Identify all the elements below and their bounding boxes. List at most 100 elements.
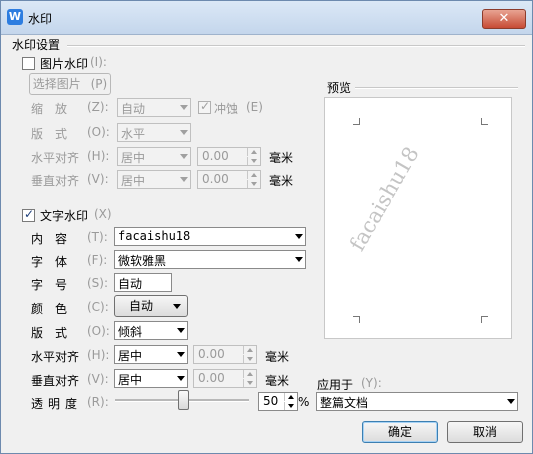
text-watermark-label: 文字水印 — [40, 209, 89, 223]
color-key: (C): — [87, 300, 109, 314]
corner-mark — [481, 118, 488, 125]
size-input[interactable]: 自动 — [114, 273, 172, 292]
chevron-down-icon — [180, 154, 188, 159]
spin-up-icon[interactable] — [247, 171, 260, 179]
washout-checkbox[interactable]: ✓ — [198, 99, 211, 114]
text-valign-label: 垂直对齐 — [31, 374, 80, 388]
image-scale-select[interactable]: 自动 — [117, 98, 191, 117]
corner-mark — [353, 316, 360, 323]
image-scale-label: 缩 放 — [31, 102, 68, 116]
apply-to-label: 应用于 — [317, 378, 354, 392]
window-title: 水印 — [28, 12, 53, 26]
text-watermark-key: (X) — [94, 207, 112, 221]
text-layout-label: 版 式 — [31, 326, 68, 340]
transparency-spinner[interactable]: 50 — [258, 392, 298, 411]
image-watermark-key: (I): — [90, 55, 107, 69]
section-label: 水印设置 — [12, 38, 61, 52]
chevron-down-icon — [295, 257, 303, 262]
text-halign-value: 居中 — [118, 349, 143, 363]
chevron-down-icon — [177, 328, 185, 333]
text-halign-select[interactable]: 居中 — [114, 345, 188, 364]
corner-mark — [481, 316, 488, 323]
image-valign-value: 居中 — [121, 174, 146, 188]
content-value: facaishu18 — [118, 229, 191, 243]
preview-watermark-text: facaishu18 — [345, 142, 424, 255]
spin-up-icon[interactable] — [247, 148, 260, 156]
text-valign-offset[interactable]: 0.00 — [193, 369, 257, 388]
font-select[interactable]: 微软雅黑 — [114, 250, 306, 269]
image-watermark-checkbox[interactable] — [22, 57, 35, 70]
apply-to-key: (Y): — [361, 376, 382, 390]
text-watermark-checkbox[interactable]: ✓ — [22, 207, 35, 222]
image-layout-value: 水平 — [121, 127, 146, 141]
transparency-key: (R): — [87, 395, 109, 409]
size-label: 字 号 — [31, 278, 68, 292]
image-halign-offset[interactable]: 0.00 — [197, 147, 261, 166]
text-halign-unit: 毫米 — [265, 350, 290, 364]
spin-down-icon[interactable] — [243, 379, 256, 387]
content-label: 内 容 — [31, 232, 68, 246]
chevron-down-icon — [507, 399, 515, 404]
chevron-down-icon — [180, 177, 188, 182]
cancel-button[interactable]: 取消 — [447, 421, 523, 443]
font-value: 微软雅黑 — [118, 254, 167, 268]
transparency-label: 透明度 — [31, 397, 83, 411]
image-layout-select[interactable]: 水平 — [117, 123, 191, 142]
image-halign-value: 居中 — [121, 151, 146, 165]
image-halign-label: 水平对齐 — [31, 151, 80, 165]
spin-down-icon[interactable] — [247, 157, 260, 165]
spin-up-icon[interactable] — [284, 393, 297, 401]
chevron-down-icon — [295, 234, 303, 239]
font-label: 字 体 — [31, 255, 68, 269]
text-valign-select[interactable]: 居中 — [114, 369, 188, 388]
spin-down-icon[interactable] — [243, 355, 256, 363]
transparency-value: 50 — [263, 394, 279, 408]
image-scale-key: (Z): — [87, 100, 109, 114]
corner-mark — [353, 118, 360, 125]
spin-down-icon[interactable] — [284, 402, 297, 410]
percent-sign: % — [298, 395, 310, 409]
color-picker-button[interactable]: 自动 — [114, 295, 188, 317]
transparency-slider-thumb[interactable] — [177, 390, 189, 410]
select-image-label: 选择图片 — [32, 77, 81, 91]
watermark-dialog: W 水印 ✕ 水印设置 图片水印 (I): 选择图片 (P) 缩 放 (Z): … — [0, 0, 533, 454]
text-layout-value: 倾斜 — [118, 325, 143, 339]
text-layout-select[interactable]: 倾斜 — [114, 321, 188, 340]
chevron-down-icon — [173, 304, 181, 309]
section-divider — [67, 45, 525, 47]
text-valign-unit: 毫米 — [265, 374, 290, 388]
image-valign-offset[interactable]: 0.00 — [197, 170, 261, 189]
text-layout-key: (O): — [87, 324, 110, 338]
apply-to-select[interactable]: 整篇文档 — [316, 392, 518, 411]
ok-button[interactable]: 确定 — [362, 421, 438, 443]
preview-label: 预览 — [327, 81, 352, 95]
content-combo[interactable]: facaishu18 — [114, 227, 306, 246]
spin-up-icon[interactable] — [243, 370, 256, 378]
apply-to-value: 整篇文档 — [320, 396, 369, 410]
chevron-down-icon — [177, 352, 185, 357]
chevron-down-icon — [180, 105, 188, 110]
image-layout-label: 版 式 — [31, 127, 68, 141]
check-icon: ✓ — [200, 99, 211, 113]
image-valign-label: 垂直对齐 — [31, 174, 80, 188]
title-bar[interactable]: W 水印 ✕ — [1, 1, 532, 35]
spin-down-icon[interactable] — [247, 180, 260, 188]
select-image-button[interactable]: 选择图片 (P) — [29, 73, 111, 95]
text-halign-offset[interactable]: 0.00 — [193, 345, 257, 364]
chevron-down-icon — [180, 130, 188, 135]
spin-up-icon[interactable] — [243, 346, 256, 354]
image-halign-key: (H): — [87, 149, 110, 163]
text-valign-key: (V): — [87, 372, 109, 386]
select-image-key: (P) — [90, 77, 108, 91]
image-halign-select[interactable]: 居中 — [117, 147, 191, 166]
text-halign-key: (H): — [87, 348, 110, 362]
color-value: 自动 — [129, 299, 154, 313]
image-valign-offset-value: 0.00 — [202, 172, 229, 186]
text-halign-offset-value: 0.00 — [198, 347, 225, 361]
preview-area: facaishu18 — [324, 97, 512, 339]
size-key: (S): — [87, 276, 109, 290]
image-valign-unit: 毫米 — [269, 174, 294, 188]
image-layout-key: (O): — [87, 125, 110, 139]
image-valign-select[interactable]: 居中 — [117, 170, 191, 189]
close-button[interactable]: ✕ — [482, 9, 526, 29]
